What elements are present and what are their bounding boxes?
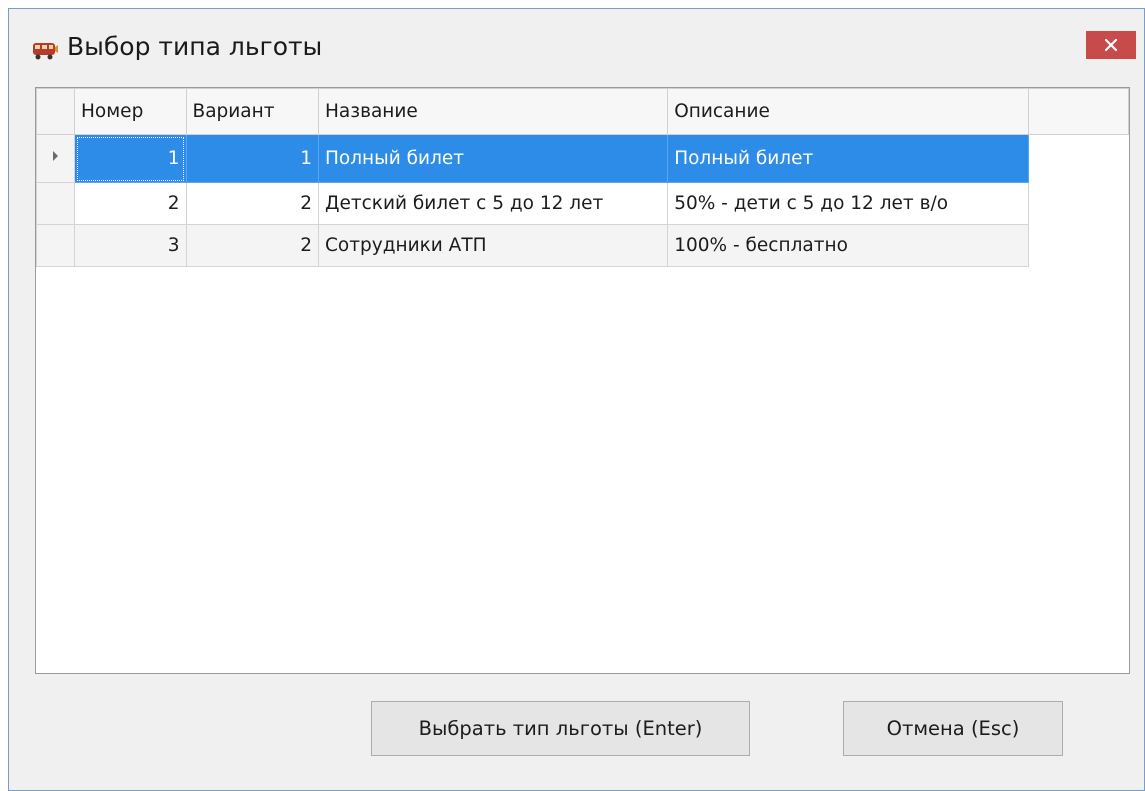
cell-name[interactable]: Детский билет с 5 до 12 лет [317,182,669,225]
column-header-name[interactable]: Название [317,88,669,135]
cell-name[interactable]: Полный билет [317,134,669,183]
benefit-table: Номер Вариант Название Описание 1 1 Полн… [36,88,1129,267]
close-button[interactable] [1086,31,1136,59]
cancel-button[interactable]: Отмена (Esc) [843,701,1063,756]
row-indicator[interactable] [36,134,75,183]
table-row[interactable]: 3 2 Сотрудники АТП 100% - бесплатно [36,224,1129,267]
cell-number[interactable]: 3 [74,224,187,267]
train-icon [31,37,59,61]
title-bar[interactable]: Выбор типа льготы [9,9,1144,81]
row-indicator[interactable] [36,224,75,267]
cell-variant[interactable]: 2 [185,224,319,267]
close-icon [1104,38,1118,52]
header-row: Номер Вариант Название Описание [36,88,1129,135]
column-header-variant[interactable]: Вариант [185,88,319,135]
select-benefit-button[interactable]: Выбрать тип льготы (Enter) [371,701,750,756]
window-title: Выбор типа льготы [67,32,323,61]
table-row[interactable]: 2 2 Детский билет с 5 до 12 лет 50% - де… [36,182,1129,225]
benefit-type-grid[interactable]: Номер Вариант Название Описание 1 1 Полн… [35,87,1130,674]
row-indicator-header [36,88,75,135]
cell-variant[interactable]: 2 [185,182,319,225]
cell-description[interactable]: 100% - бесплатно [667,224,1030,267]
table-row[interactable]: 1 1 Полный билет Полный билет [36,134,1129,183]
cell-description[interactable]: 50% - дети с 5 до 12 лет в/о [667,182,1030,225]
column-header-description[interactable]: Описание [667,88,1030,135]
column-header-filler [1028,88,1129,135]
cell-description[interactable]: Полный билет [667,134,1030,183]
current-row-arrow-icon [53,151,58,161]
column-header-number[interactable]: Номер [74,88,187,135]
row-filler [1028,224,1129,267]
cell-number[interactable]: 1 [74,134,187,183]
row-indicator[interactable] [36,182,75,225]
cell-variant[interactable]: 1 [185,134,319,183]
dialog-window: Выбор типа льготы Номер Вариант Название… [8,8,1145,791]
row-filler [1028,134,1129,183]
row-filler [1028,182,1129,225]
cell-number[interactable]: 2 [74,182,187,225]
cell-name[interactable]: Сотрудники АТП [317,224,669,267]
